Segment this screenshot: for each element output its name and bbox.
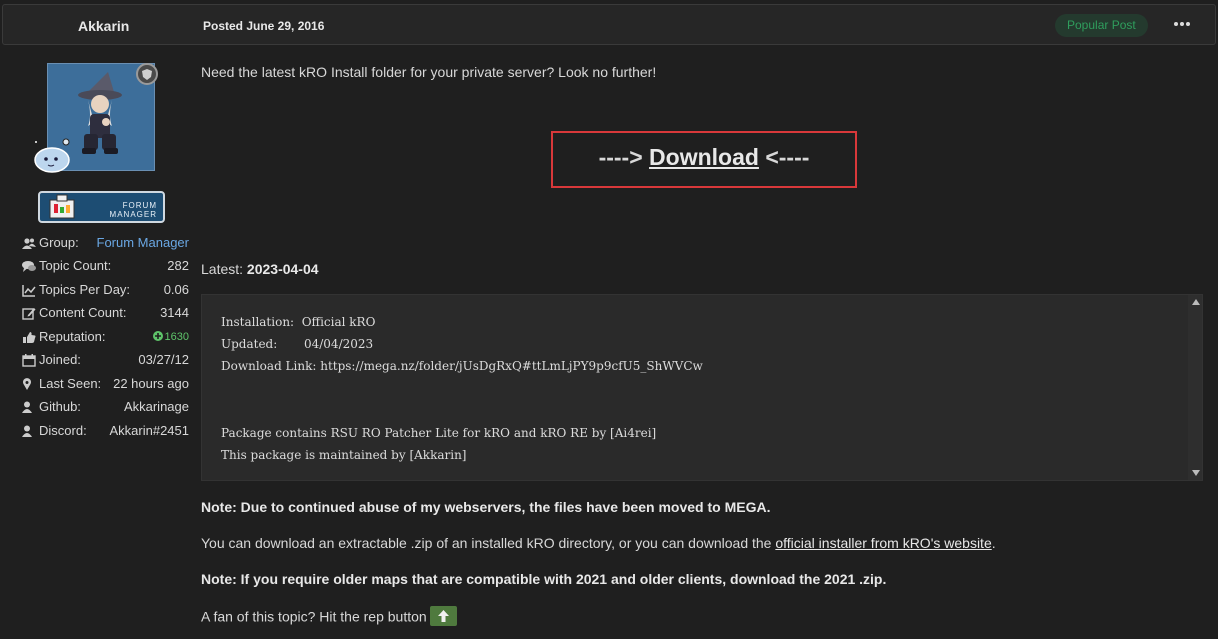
profile-value: Akkarinage [123, 399, 189, 414]
profile-last-seen: Last Seen: 22 hours ago [22, 376, 189, 394]
note-older-maps: Note: If you require older maps that are… [201, 571, 886, 587]
rep-prompt: A fan of this topic? Hit the rep button [201, 606, 457, 628]
profile-label: Discord: [39, 423, 87, 438]
shield-icon [136, 63, 158, 85]
para2-before: You can download an extractable .zip of … [201, 535, 776, 551]
profile-discord: Discord: Akkarin#2451 [22, 423, 189, 441]
latest-date: Latest: 2023-04-04 [201, 261, 319, 277]
badge-text-manager: MANAGER [109, 210, 157, 219]
reputation-badge[interactable]: 1630 [152, 331, 189, 343]
ellipsis-icon[interactable] [1174, 16, 1194, 32]
profile-github: Github: Akkarinage [22, 399, 189, 417]
profile-value: 0.06 [163, 282, 189, 297]
badge-text-forum: FORUM [122, 201, 157, 210]
profile-group: Group: Forum Manager [22, 235, 189, 253]
profile-topic-count: Topic Count: 282 [22, 258, 189, 276]
group-link[interactable]: Forum Manager [97, 235, 189, 250]
post-header: Akkarin Posted June 29, 2016 Popular Pos… [2, 4, 1216, 45]
line-chart-icon [22, 285, 36, 297]
thumbs-up-icon [23, 332, 36, 343]
profile-label: Content Count: [39, 305, 127, 320]
download-suffix: <---- [758, 144, 810, 170]
official-installer-link[interactable]: official installer from kRO's website [775, 535, 991, 551]
profile-label: Github: [39, 399, 81, 414]
download-info-paragraph: You can download an extractable .zip of … [201, 535, 996, 551]
users-icon [22, 238, 36, 249]
profile-value: 03/27/12 [138, 352, 189, 367]
map-marker-icon [23, 378, 31, 390]
rep-button[interactable] [429, 606, 457, 626]
user-icon [22, 425, 32, 437]
scroll-down-icon[interactable] [1192, 470, 1200, 476]
note-mega: Note: Due to continued abuse of my webse… [201, 499, 770, 515]
note-mega-text: Note: Due to continued abuse of my webse… [201, 499, 771, 515]
profile-label: Group: [39, 235, 79, 250]
profile-label: Joined: [39, 352, 81, 367]
post-intro: Need the latest kRO Install folder for y… [201, 64, 657, 80]
note-older-maps-text: Note: If you require older maps that are… [201, 571, 887, 587]
latest-value: 2023-04-04 [246, 261, 319, 277]
code-line: Package contains RSU RO Patcher Lite for… [221, 426, 657, 440]
popular-post-badge: Popular Post [1055, 14, 1148, 37]
latest-label: Latest: [201, 261, 247, 277]
plus-circle-icon [152, 331, 163, 341]
rep-prompt-text: A fan of this topic? Hit the rep button [201, 608, 427, 625]
slime-icon [32, 138, 72, 174]
download-link[interactable]: Download [649, 144, 759, 170]
code-line: Installation: Official kRO [221, 315, 376, 329]
download-prefix: ----> [598, 144, 650, 170]
profile-content-count: Content Count: 3144 [22, 305, 189, 323]
calendar-icon [22, 354, 36, 367]
profile-label: Last Seen: [39, 376, 102, 391]
profile-label: Topic Count: [39, 258, 112, 273]
profile-value: 3144 [160, 305, 189, 320]
scroll-up-icon[interactable] [1192, 299, 1200, 305]
profile-reputation: Reputation: 1630 [22, 329, 189, 347]
user-icon [22, 401, 32, 413]
profile-topics-per-day: Topics Per Day: 0.06 [22, 282, 189, 300]
code-scrollbar[interactable] [1188, 295, 1202, 480]
para2-after: . [991, 535, 996, 551]
code-block[interactable]: Installation: Official kRO Updated: 04/0… [201, 294, 1203, 481]
profile-value: 282 [167, 258, 189, 273]
author-name[interactable]: Akkarin [78, 18, 129, 34]
comments-icon [22, 261, 36, 272]
profile-joined: Joined: 03/27/12 [22, 352, 189, 370]
profile-label: Reputation: [39, 329, 106, 344]
code-line: Download Link: https://mega.nz/folder/jU… [221, 359, 703, 373]
profile-label: Topics Per Day: [39, 282, 131, 297]
download-box: ----> Download <---- [551, 131, 857, 188]
code-line: This package is maintained by [Akkarin] [221, 448, 467, 462]
edit-icon [22, 308, 36, 320]
forum-manager-badge: FORUM MANAGER [38, 191, 165, 223]
arrow-up-icon [437, 610, 449, 622]
post-date[interactable]: Posted June 29, 2016 [203, 19, 324, 33]
code-line: Updated: 04/04/2023 [221, 337, 374, 351]
profile-value: 22 hours ago [113, 376, 189, 391]
profile-value: Akkarin#2451 [109, 423, 190, 438]
reputation-value: 1630 [164, 331, 189, 343]
download-line: ----> Download <---- [553, 144, 855, 171]
